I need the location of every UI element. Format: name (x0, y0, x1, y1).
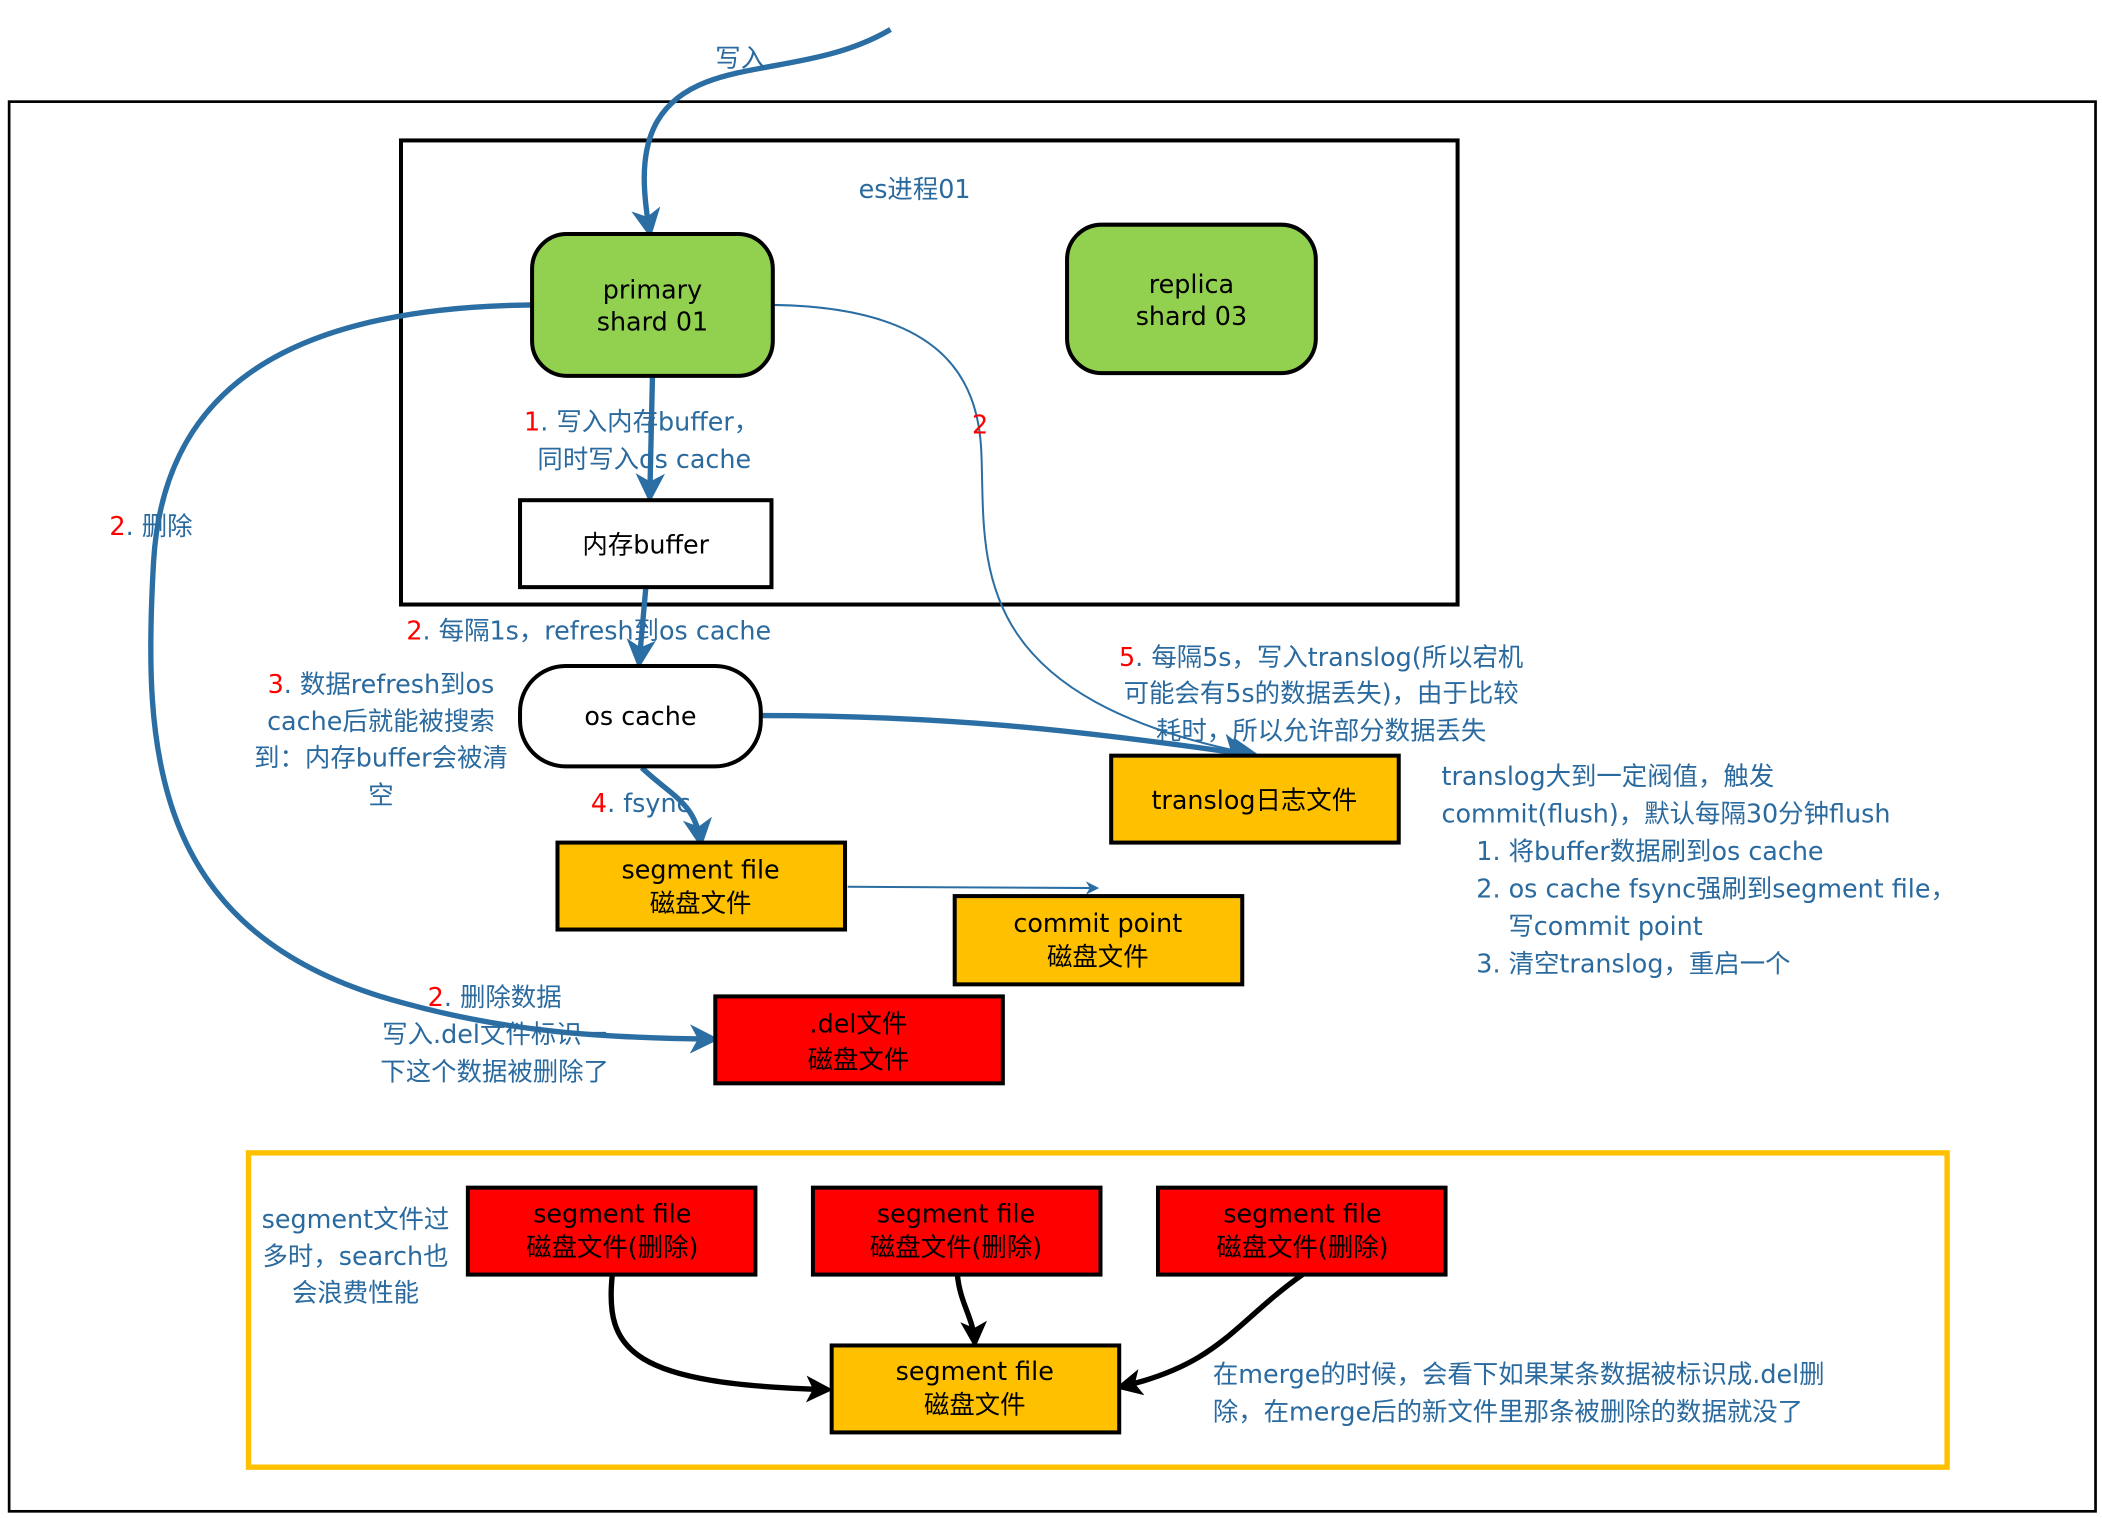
merge-edge-2 (954, 1274, 987, 1349)
svg-text:1. 将buffer数据刷到os cache: 1. 将buffer数据刷到os cache (1476, 836, 1823, 866)
merged-segment[interactable]: segment file 磁盘文件 (829, 1343, 1122, 1435)
svg-text:3. 清空translog，重启一个: 3. 清空translog，重启一个 (1476, 948, 1790, 978)
svg-text:segment file: segment file (1223, 1198, 1381, 1228)
svg-text:commit point: commit point (1013, 908, 1182, 938)
flush-note: translog大到一定阀值，触发 commit(flush)，默认每隔30分钟… (1442, 761, 1956, 978)
svg-text:1. 写入内存buffer，: 1. 写入内存buffer， (524, 407, 759, 437)
svg-text:磁盘文件(删除): 磁盘文件(删除) (1216, 1232, 1388, 1262)
delete-data-label: 2. 删除数据 写入.del文件标识一 下这个数据被删除了 (380, 982, 609, 1087)
write-label: 写入 (715, 43, 766, 73)
svg-text:磁盘文件: 磁盘文件 (650, 888, 752, 918)
write-edge (631, 27, 892, 238)
svg-text:primary: primary (603, 274, 702, 304)
deleted-segment-3[interactable]: segment file 磁盘文件(删除) (1155, 1185, 1448, 1277)
svg-text:segment file: segment file (877, 1198, 1035, 1228)
svg-text:可能会有5s的数据丢失)，由于比较: 可能会有5s的数据丢失)，由于比较 (1124, 678, 1519, 708)
step5-label: 5. 每隔5s，写入translog(所以宕机 可能会有5s的数据丢失)，由于比… (1119, 642, 1523, 746)
svg-text:shard 01: shard 01 (597, 306, 708, 336)
svg-text:磁盘文件: 磁盘文件 (808, 1045, 910, 1075)
svg-text:3. 数据refresh到os: 3. 数据refresh到os (268, 669, 495, 699)
deleted-segment-2[interactable]: segment file 磁盘文件(删除) (810, 1185, 1103, 1277)
os-cache-node[interactable]: os cache (518, 664, 763, 769)
svg-text:cache后就能被搜索: cache后就能被搜索 (267, 706, 495, 736)
del-file-node[interactable]: .del文件 磁盘文件 (713, 994, 1005, 1086)
svg-text:.del文件: .del文件 (810, 1009, 908, 1039)
svg-text:下这个数据被删除了: 下这个数据被删除了 (380, 1057, 609, 1087)
merge-left-note: segment文件过 多时，search也 会浪费性能 (262, 1204, 450, 1308)
step1-label: 1. 写入内存buffer， 同时写入os cache (524, 407, 759, 474)
primary-shard-node[interactable]: primary shard 01 (530, 232, 775, 378)
svg-text:replica: replica (1149, 269, 1234, 299)
svg-text:磁盘文件: 磁盘文件 (924, 1390, 1026, 1420)
process-title: es进程01 (859, 174, 971, 204)
segment-file-node[interactable]: segment file 磁盘文件 (555, 840, 848, 932)
svg-text:磁盘文件: 磁盘文件 (1047, 942, 1149, 972)
step3-label: 3. 数据refresh到os cache后就能被搜索 到：内存buffer会被… (254, 669, 508, 810)
svg-text:磁盘文件(删除): 磁盘文件(删除) (526, 1232, 698, 1262)
step4-label: 4. fsync (591, 788, 691, 818)
svg-text:shard 03: shard 03 (1136, 301, 1247, 331)
svg-text:2. os cache fsync强刷到segment fi: 2. os cache fsync强刷到segment file， (1476, 873, 1956, 903)
step2-refresh-label: 2. 每隔1s，refresh到os cache (406, 615, 771, 645)
edge-segment-commit (847, 881, 1100, 895)
svg-text:segment file: segment file (621, 855, 779, 885)
deleted-segment-1[interactable]: segment file 磁盘文件(删除) (465, 1185, 758, 1277)
svg-text:同时写入os cache: 同时写入os cache (537, 444, 751, 474)
svg-text:写commit point: 写commit point (1508, 911, 1702, 941)
svg-text:translog大到一定阀值，触发: translog大到一定阀值，触发 (1442, 761, 1775, 791)
translog-file-node[interactable]: translog日志文件 (1109, 753, 1401, 845)
svg-text:内存buffer: 内存buffer (582, 530, 709, 560)
diagram-canvas: es进程01 写入 primary shard 01 replica shard… (7, 27, 2097, 1513)
commit-point-node[interactable]: commit point 磁盘文件 (952, 894, 1245, 987)
svg-text:会浪费性能: 会浪费性能 (292, 1277, 419, 1307)
replica-edge-label: 2 (972, 409, 988, 439)
svg-text:translog日志文件: translog日志文件 (1151, 785, 1357, 815)
svg-text:segment文件过: segment文件过 (262, 1204, 450, 1234)
svg-text:到：内存buffer会被清: 到：内存buffer会被清 (254, 742, 508, 772)
delete-label: 2. 删除 (109, 511, 192, 541)
svg-text:磁盘文件(删除): 磁盘文件(删除) (870, 1232, 1042, 1262)
svg-text:2. 删除数据: 2. 删除数据 (428, 982, 562, 1012)
svg-text:除，在merge后的新文件里那条被删除的数据就没了: 除，在merge后的新文件里那条被删除的数据就没了 (1213, 1396, 1803, 1426)
svg-text:os cache: os cache (584, 701, 696, 731)
memory-buffer-node[interactable]: 内存buffer (518, 498, 774, 590)
svg-text:耗时，所以允许部分数据丢失: 耗时，所以允许部分数据丢失 (1156, 716, 1486, 746)
svg-text:segment file: segment file (896, 1356, 1054, 1386)
svg-text:空: 空 (368, 780, 393, 810)
svg-text:多时，search也: 多时，search也 (263, 1241, 449, 1271)
svg-text:commit(flush)，默认每隔30分钟flush: commit(flush)，默认每隔30分钟flush (1442, 799, 1891, 829)
edge-primary-buffer (635, 377, 666, 503)
replica-shard-node[interactable]: replica shard 03 (1065, 222, 1318, 376)
svg-text:在merge的时候，会看下如果某条数据被标识成.del删: 在merge的时候，会看下如果某条数据被标识成.del删 (1213, 1359, 1825, 1389)
merge-edge-1 (608, 1274, 833, 1403)
svg-text:5. 每隔5s，写入translog(所以宕机: 5. 每隔5s，写入translog(所以宕机 (1119, 642, 1523, 672)
svg-text:segment file: segment file (533, 1198, 691, 1228)
merge-right-note: 在merge的时候，会看下如果某条数据被标识成.del删 除，在merge后的新… (1213, 1359, 1825, 1426)
svg-text:写入.del文件标识一: 写入.del文件标识一 (382, 1019, 607, 1049)
